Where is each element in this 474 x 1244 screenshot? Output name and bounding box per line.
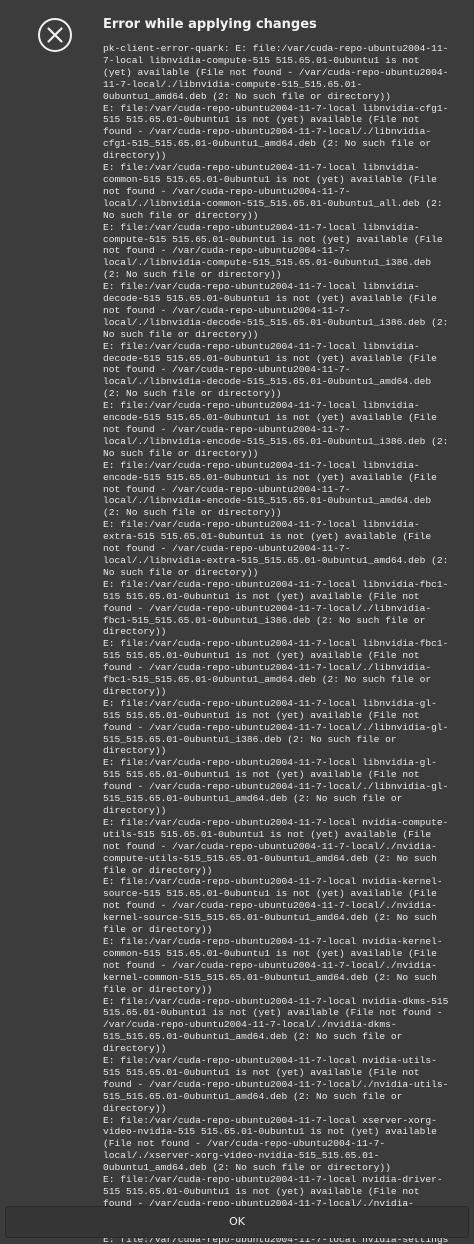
ok-button[interactable]: OK [5, 1206, 469, 1238]
error-circle-x-icon [37, 17, 73, 53]
ok-button-label: OK [229, 1215, 245, 1228]
dialog-title: Error while applying changes [103, 17, 317, 32]
error-message: pk-client-error-quark: E: file:/var/cuda… [103, 43, 449, 1244]
error-dialog: Error while applying changes pk-client-e… [0, 0, 474, 1244]
